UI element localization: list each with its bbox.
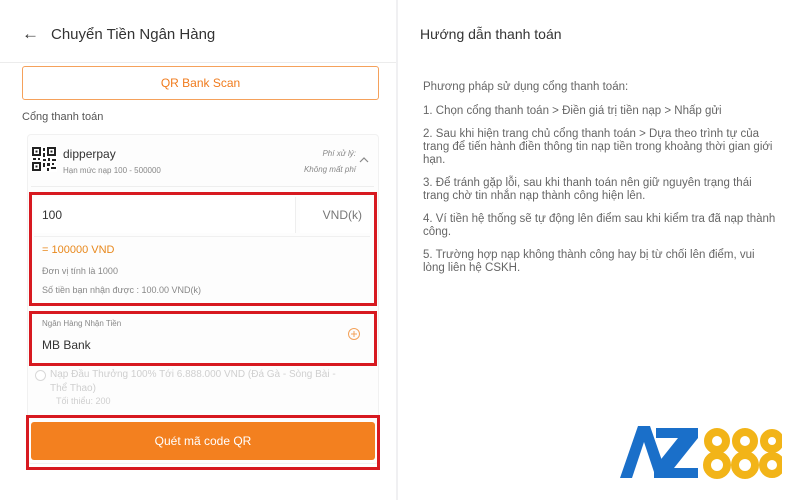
guide-step: 5. Trường hợp nạp không thành công hay b… xyxy=(423,249,755,274)
back-arrow-icon[interactable]: ← xyxy=(22,24,39,44)
guide-title: Hướng dẫn thanh toán xyxy=(420,26,562,42)
fee-label: Phí xử lý: xyxy=(322,149,356,158)
page-header: ← Chuyển Tiền Ngân Hàng xyxy=(22,22,215,46)
highlight-amount xyxy=(29,192,377,306)
qr-bank-scan-button[interactable]: QR Bank Scan xyxy=(22,66,379,100)
guide-content: Phương pháp sử dụng cổng thanh toán: 1. … xyxy=(423,81,778,285)
gateway-option-dipperpay[interactable]: dipperpay Hạn mức nạp 100 - 500000 Phí x… xyxy=(31,142,374,184)
header-divider xyxy=(0,62,396,63)
highlight-submit xyxy=(26,415,380,470)
promo-minimum: Tối thiểu: 200 xyxy=(56,396,111,406)
highlight-bank xyxy=(29,311,377,366)
guide-intro: Phương pháp sử dụng cổng thanh toán: xyxy=(423,81,629,93)
guide-step: 2. Sau khi hiện trang chủ cổng thanh toá… xyxy=(423,128,773,166)
gateway-limit: Hạn mức nạp 100 - 500000 xyxy=(63,166,161,175)
promo-text-cont: Thể Thao) xyxy=(50,383,96,394)
guide-step: 3. Để tránh gặp lỗi, sau khi thanh toán … xyxy=(423,177,752,202)
gateway-name: dipperpay xyxy=(63,147,116,161)
guide-step: 4. Ví tiền hệ thống sẽ tự động lên điểm … xyxy=(423,213,776,238)
gateway-section-label: Cổng thanh toán xyxy=(22,111,104,123)
page-title: Chuyển Tiền Ngân Hàng xyxy=(51,25,216,43)
guide-step: 1. Chọn cổng thanh toán > Điền giá trị t… xyxy=(423,105,722,117)
qr-code-icon xyxy=(31,146,57,172)
promo-radio[interactable] xyxy=(35,370,46,381)
chevron-up-icon[interactable] xyxy=(358,154,370,166)
gateway-divider xyxy=(31,186,374,187)
az888-logo xyxy=(620,426,782,479)
promo-text: Nạp Đầu Thưởng 100% Tới 6.888.000 VND (Đ… xyxy=(50,369,336,380)
fee-value: Không mất phí xyxy=(303,165,356,174)
